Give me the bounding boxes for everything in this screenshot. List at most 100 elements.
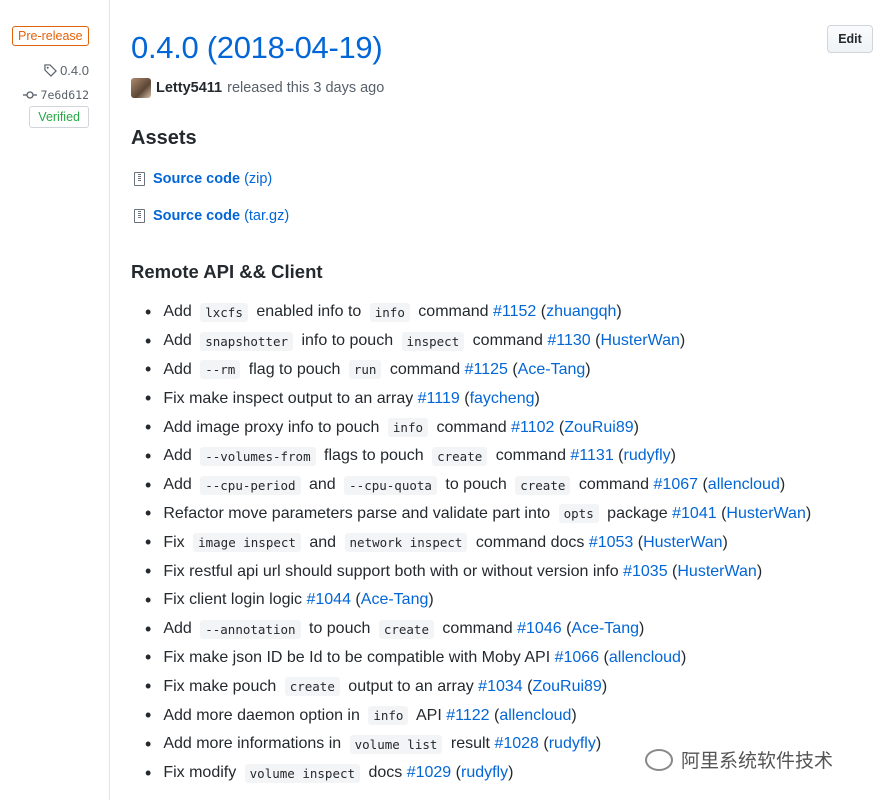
user-link[interactable]: HusterWan bbox=[643, 534, 722, 552]
release-title[interactable]: 0.4.0 (2018-04-19) bbox=[131, 30, 383, 66]
item-text: ( bbox=[489, 706, 500, 724]
item-text: ( bbox=[599, 648, 609, 666]
verified-badge[interactable]: Verified bbox=[29, 106, 89, 128]
asset-name: Source code bbox=[153, 171, 241, 187]
issue-link[interactable]: #1028 bbox=[494, 735, 539, 753]
list-item: Add --annotation to pouch create command… bbox=[145, 615, 811, 644]
issue-link[interactable]: #1119 bbox=[418, 390, 460, 408]
user-link[interactable]: allencloud bbox=[499, 707, 571, 725]
list-item: Fix restful api url should support both … bbox=[145, 557, 811, 586]
item-text: flag to pouch bbox=[244, 360, 345, 378]
asset-targz[interactable]: Source code (tar.gz) bbox=[134, 208, 289, 224]
issue-link[interactable]: #1122 bbox=[446, 707, 489, 725]
item-text: Add more daemon option in bbox=[163, 706, 365, 724]
issue-link[interactable]: #1130 bbox=[547, 332, 590, 350]
item-text: ( bbox=[538, 735, 549, 753]
user-link[interactable]: HusterWan bbox=[677, 563, 756, 581]
user-link[interactable]: allencloud bbox=[708, 476, 780, 494]
author-link[interactable]: Letty5411 bbox=[156, 80, 222, 96]
list-item: Add --volumes-from flags to pouch create… bbox=[145, 442, 811, 471]
issue-link[interactable]: #1102 bbox=[511, 419, 554, 437]
user-link[interactable]: ZouRui89 bbox=[532, 678, 601, 696]
user-link[interactable]: Ace-Tang bbox=[361, 591, 429, 609]
item-text: ( bbox=[667, 562, 678, 580]
issue-link[interactable]: #1125 bbox=[465, 361, 508, 379]
edit-button[interactable]: Edit bbox=[827, 25, 873, 53]
item-text: Add bbox=[163, 332, 197, 350]
user-link[interactable]: rudyfly bbox=[461, 764, 508, 782]
user-link[interactable]: zhuangqh bbox=[546, 303, 616, 321]
asset-name: Source code bbox=[153, 208, 241, 224]
tag-icon bbox=[44, 64, 58, 77]
inline-code: volume list bbox=[349, 734, 443, 754]
issue-link[interactable]: #1029 bbox=[407, 764, 452, 782]
item-text: Add bbox=[163, 476, 197, 494]
issue-link[interactable]: #1041 bbox=[672, 505, 717, 523]
item-text: ( bbox=[698, 476, 708, 494]
user-link[interactable]: rudyfly bbox=[624, 447, 671, 465]
item-text: docs bbox=[364, 764, 407, 782]
watermark-text: 阿里系统软件技术 bbox=[681, 751, 834, 772]
inline-code: info bbox=[387, 418, 428, 438]
item-text: ( bbox=[350, 591, 361, 609]
tag-link[interactable]: 0.4.0 bbox=[44, 63, 89, 78]
item-text: ( bbox=[536, 303, 547, 321]
item-text: output to an array bbox=[343, 677, 479, 695]
issue-link[interactable]: #1152 bbox=[493, 303, 536, 321]
inline-code: --cpu-period bbox=[200, 475, 301, 495]
item-text: ) bbox=[595, 735, 602, 753]
issue-link[interactable]: #1035 bbox=[623, 563, 668, 581]
item-text: enabled info to bbox=[251, 303, 366, 321]
user-link[interactable]: allencloud bbox=[609, 649, 681, 667]
list-item: Fix make json ID be Id to be compatible … bbox=[145, 644, 811, 673]
issue-link[interactable]: #1034 bbox=[478, 678, 523, 696]
file-zip-icon bbox=[134, 209, 145, 223]
item-text: ) bbox=[508, 764, 514, 782]
list-item: Add snapshotter info to pouch inspect co… bbox=[145, 327, 811, 356]
prerelease-badge: Pre-release bbox=[12, 26, 89, 46]
issue-link[interactable]: #1044 bbox=[306, 591, 351, 609]
item-text: ) bbox=[722, 533, 728, 551]
list-item: Add more daemon option in info API #1122… bbox=[145, 701, 811, 730]
item-text: command bbox=[437, 620, 518, 638]
item-text: to pouch bbox=[304, 620, 375, 638]
user-link[interactable]: HusterWan bbox=[600, 332, 679, 350]
item-text: ) bbox=[805, 504, 812, 522]
item-text: ) bbox=[601, 677, 608, 695]
item-text: ) bbox=[633, 418, 639, 436]
user-link[interactable]: Ace-Tang bbox=[571, 620, 639, 638]
avatar[interactable] bbox=[131, 78, 151, 98]
inline-code: lxcfs bbox=[200, 302, 248, 322]
list-item: Refactor move parameters parse and valid… bbox=[145, 500, 811, 529]
inline-code: --annotation bbox=[200, 619, 301, 639]
issue-link[interactable]: #1131 bbox=[570, 447, 613, 465]
item-text: and bbox=[304, 476, 341, 494]
issue-link[interactable]: #1067 bbox=[654, 476, 699, 494]
item-text: ) bbox=[670, 447, 676, 465]
item-text: command bbox=[491, 447, 571, 465]
user-link[interactable]: HusterWan bbox=[726, 505, 805, 523]
item-text: ( bbox=[522, 677, 533, 695]
commit-icon bbox=[22, 91, 37, 99]
item-text: Fix restful api url should support both … bbox=[163, 562, 624, 580]
item-text: Add bbox=[163, 360, 197, 378]
asset-format: (tar.gz) bbox=[244, 208, 290, 224]
list-item: Add image proxy info to pouch info comma… bbox=[145, 413, 811, 442]
inline-code: image inspect bbox=[193, 533, 301, 553]
issue-link[interactable]: #1053 bbox=[589, 534, 634, 552]
user-link[interactable]: Ace-Tang bbox=[518, 361, 586, 379]
item-text: ( bbox=[716, 504, 727, 522]
user-link[interactable]: faycheng bbox=[470, 390, 535, 408]
issue-link[interactable]: #1046 bbox=[517, 620, 562, 638]
list-item: Add --cpu-period and --cpu-quota to pouc… bbox=[145, 471, 811, 500]
item-text: ( bbox=[451, 764, 461, 782]
item-text: and bbox=[304, 533, 341, 551]
user-link[interactable]: rudyfly bbox=[549, 735, 596, 753]
issue-link[interactable]: #1066 bbox=[555, 649, 600, 667]
item-text: info to pouch bbox=[297, 332, 398, 350]
asset-zip[interactable]: Source code (zip) bbox=[134, 171, 272, 187]
item-text: ) bbox=[639, 620, 645, 638]
inline-code: run bbox=[348, 360, 382, 380]
user-link[interactable]: ZouRui89 bbox=[564, 419, 633, 437]
commit-link[interactable]: 7e6d612 bbox=[22, 88, 89, 102]
